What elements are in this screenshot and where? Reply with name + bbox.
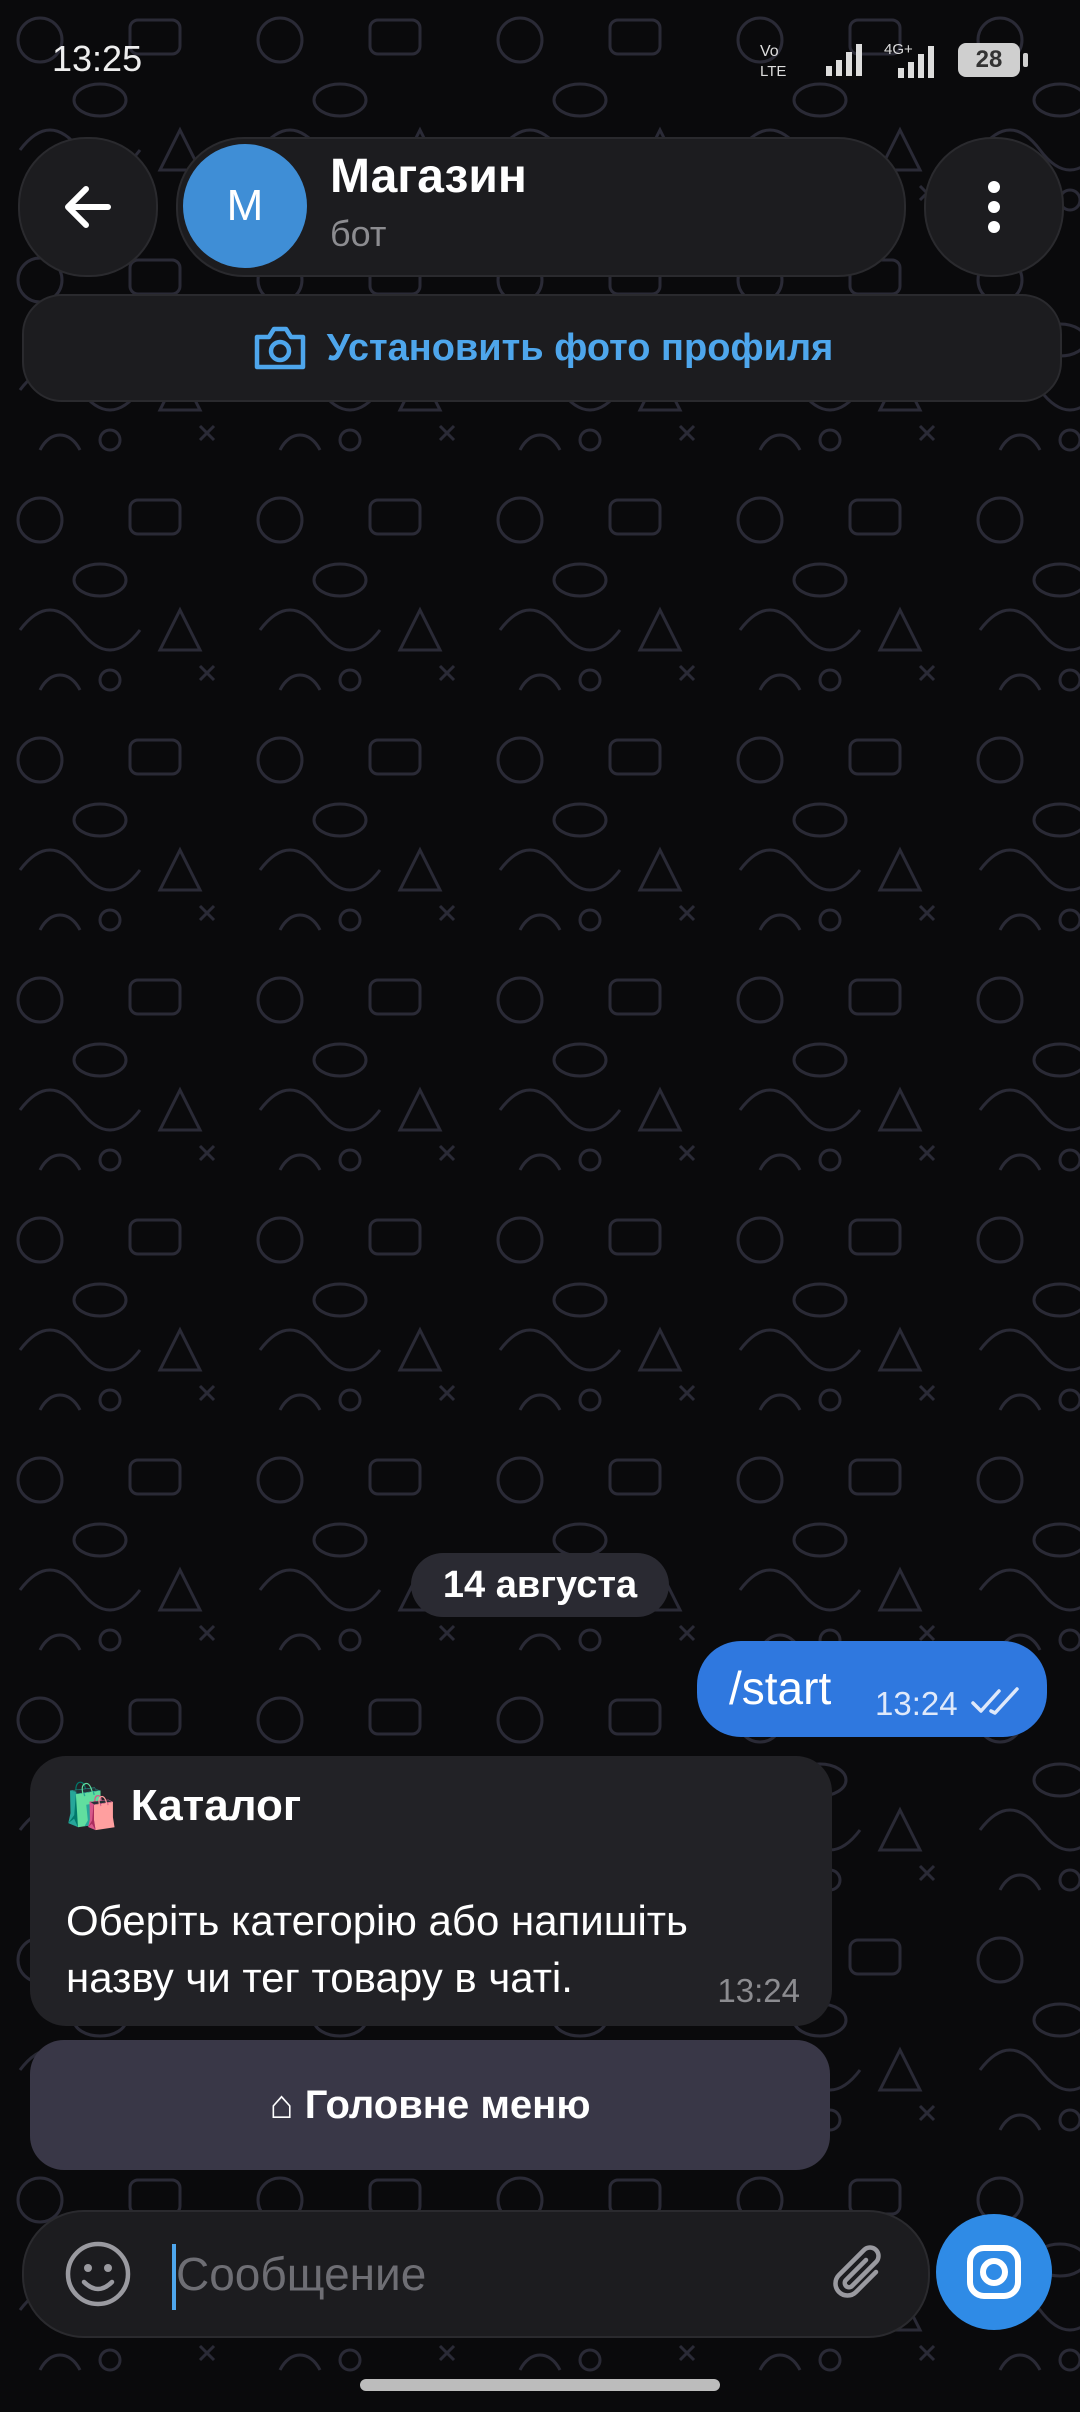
status-bar: 13:25 Vo LTE 4G+ 28 — [0, 0, 1080, 120]
message-input[interactable] — [176, 2236, 776, 2312]
signal-4g-icon: 4G+ — [884, 41, 934, 78]
chat-header[interactable]: М Магазин бот — [176, 137, 906, 277]
message-time: 13:24 — [717, 1972, 800, 2009]
svg-text:4G+: 4G+ — [884, 41, 913, 58]
camera-icon — [254, 326, 305, 370]
battery-indicator: 28 — [958, 43, 1028, 77]
signal-icon — [826, 44, 862, 76]
emoji-icon[interactable] — [62, 2238, 134, 2310]
avatar[interactable]: М — [183, 144, 307, 268]
camera-icon — [967, 2245, 1021, 2299]
vertical-dots-icon — [988, 181, 1000, 233]
arrow-left-icon — [65, 186, 111, 228]
double-check-icon — [971, 1687, 1019, 1715]
shopping-bags-icon: 🛍️ — [64, 1782, 119, 1831]
home-indicator[interactable] — [360, 2379, 720, 2391]
date-separator: 14 августа — [411, 1553, 669, 1617]
message-title: 🛍️ Каталог — [64, 1780, 301, 1832]
message-time: 13:24 — [875, 1685, 958, 1722]
set-profile-photo-label: Установить фото профиля — [326, 326, 834, 369]
message-text: /start — [729, 1662, 832, 1714]
incoming-message[interactable]: 🛍️ Каталог Оберіть категорію або напишіт… — [30, 1756, 832, 2026]
chat-title: Магазин — [330, 150, 527, 203]
more-options-button[interactable] — [924, 137, 1064, 277]
main-menu-button[interactable]: ⌂ Головне меню — [30, 2040, 830, 2170]
paperclip-icon[interactable] — [824, 2238, 896, 2310]
message-title-text: Каталог — [130, 1781, 302, 1830]
message-composer — [22, 2210, 930, 2338]
camera-button[interactable] — [936, 2214, 1052, 2330]
status-icons: Vo LTE 4G+ 28 — [760, 40, 1028, 80]
volte-icon: Vo LTE — [760, 43, 786, 80]
message-text: Оберіть категорію або напишіть назву чи … — [66, 1897, 688, 2001]
svg-text:LTE: LTE — [760, 63, 786, 80]
svg-text:Vo: Vo — [760, 43, 779, 60]
outgoing-message[interactable]: /start 13:24 — [697, 1641, 1047, 1737]
status-time: 13:25 — [52, 38, 143, 79]
back-button[interactable] — [18, 137, 158, 277]
chat-subtitle: бот — [330, 213, 387, 254]
set-profile-photo-button[interactable]: Установить фото профиля — [22, 294, 1062, 402]
